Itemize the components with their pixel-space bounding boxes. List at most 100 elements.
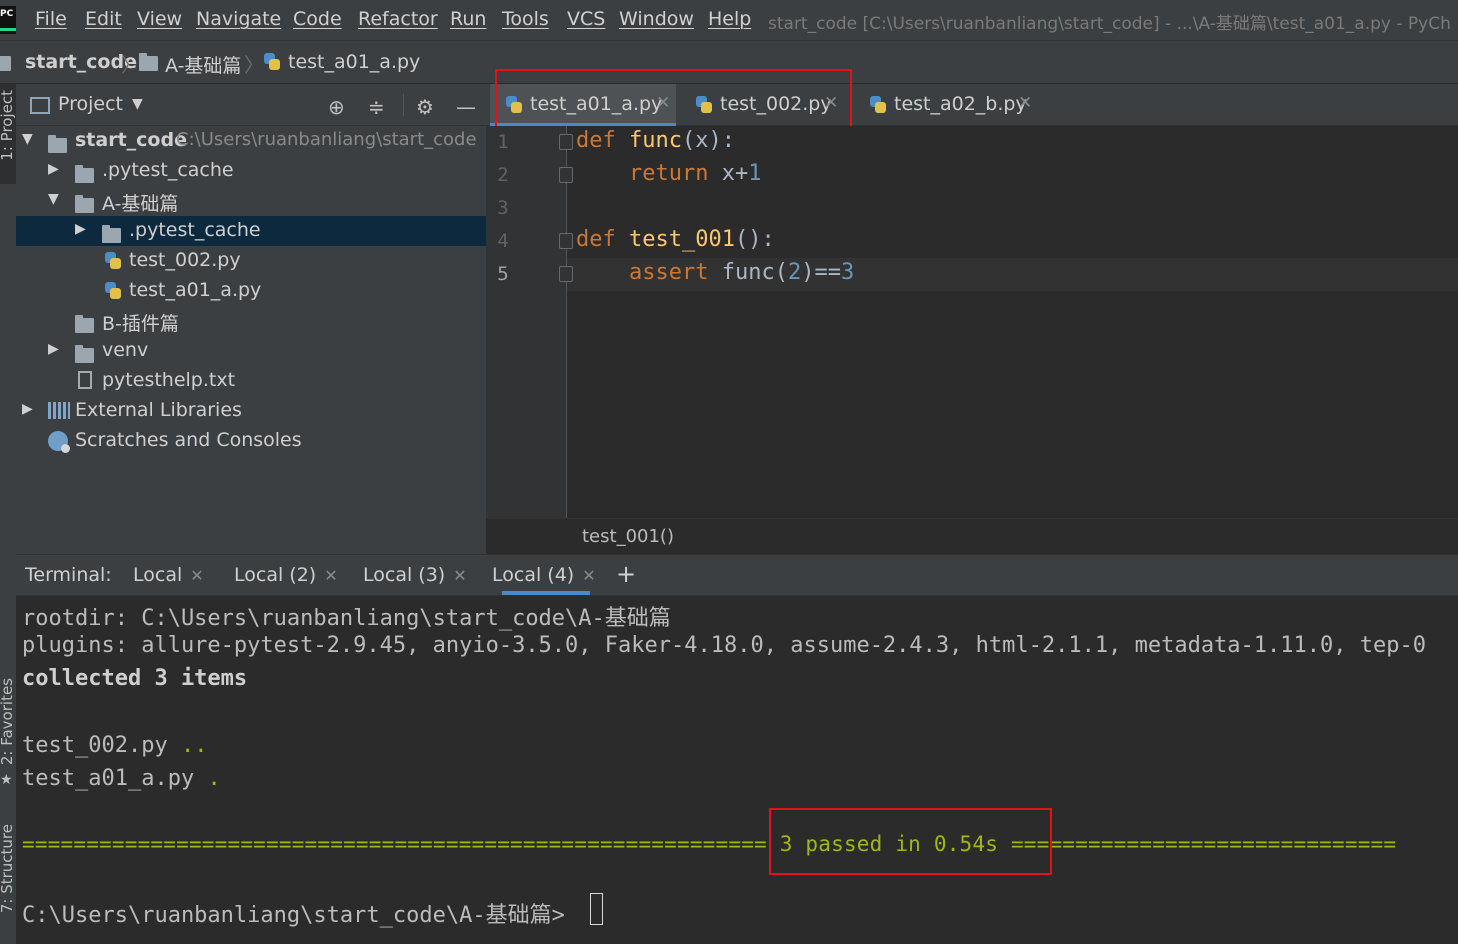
close-icon[interactable]: ✕ xyxy=(190,566,203,585)
library-icon xyxy=(48,402,70,424)
summary-rule-left: ========================================… xyxy=(22,832,767,856)
code-line-5: assert func(2)==3 xyxy=(576,260,854,285)
tree-item-label: start_code xyxy=(75,129,187,151)
line-number: 4 xyxy=(497,230,509,252)
tree-item-start-code[interactable]: ▼ start_code C:\Users\ruanbanliang\start… xyxy=(16,126,486,156)
menu-code[interactable]: Code xyxy=(293,8,342,30)
tree-item-scratches[interactable]: Scratches and Consoles xyxy=(16,426,486,456)
collapse-all-icon[interactable]: ≑ xyxy=(368,95,385,119)
project-panel-title[interactable]: Project xyxy=(58,93,123,115)
menu-help[interactable]: Help xyxy=(708,8,751,30)
logo-text: PC xyxy=(0,9,14,19)
pycharm-logo-icon: PC xyxy=(0,6,16,34)
terminal-tab-local-2[interactable]: Local (2) ✕ xyxy=(234,564,338,586)
terminal-tab-local-3[interactable]: Local (3) ✕ xyxy=(363,564,467,586)
tree-item-label: pytesthelp.txt xyxy=(102,369,236,391)
expand-arrow-icon[interactable]: ▼ xyxy=(22,131,33,147)
menu-navigate[interactable]: Navigate xyxy=(196,8,281,30)
terminal-tab-bar: Terminal: Local ✕ Local (2) ✕ Local (3) ✕ L… xyxy=(16,554,1458,596)
python-file-icon xyxy=(868,95,888,115)
tree-item-pytest-cache[interactable]: ▶ .pytest_cache xyxy=(16,156,486,186)
tree-item-external-libraries[interactable]: ▶ External Libraries xyxy=(16,396,486,426)
terminal-tab-local[interactable]: Local ✕ xyxy=(133,564,204,586)
menu-window[interactable]: Window xyxy=(619,8,694,30)
close-icon[interactable]: ✕ xyxy=(453,566,466,585)
tree-item-pytest-cache-nested[interactable]: ▶ .pytest_cache xyxy=(16,216,486,246)
project-tool-button[interactable]: 1: Project xyxy=(0,84,16,184)
tab-label: Local xyxy=(133,564,183,586)
python-file-icon xyxy=(103,251,123,273)
keyword: def xyxy=(576,227,616,252)
line-number: 1 xyxy=(497,131,509,153)
tree-item-test-a01-a[interactable]: test_a01_a.py xyxy=(16,276,486,306)
tree-item-a-basics[interactable]: ▼ A-基础篇 xyxy=(16,186,486,216)
menu-file[interactable]: File xyxy=(35,8,67,30)
tab-label: Local (2) xyxy=(234,564,317,586)
keyword: return xyxy=(628,161,709,186)
favorites-tool-label[interactable]: 2: Favorites xyxy=(0,678,16,765)
keyword: assert xyxy=(628,260,709,285)
test-file-name: test_a01_a.py xyxy=(22,766,195,791)
project-window-icon xyxy=(30,97,50,114)
tree-item-test-002[interactable]: test_002.py xyxy=(16,246,486,276)
close-icon[interactable]: ✕ xyxy=(1018,93,1032,113)
expand-arrow-icon[interactable]: ▼ xyxy=(48,191,59,207)
tree-item-venv[interactable]: ▶ venv xyxy=(16,336,486,366)
menu-edit[interactable]: Edit xyxy=(85,8,122,30)
tree-item-pytesthelp[interactable]: pytesthelp.txt xyxy=(16,366,486,396)
menu-tools[interactable]: Tools xyxy=(502,8,549,30)
terminal-line-plugins: plugins: allure-pytest-2.9.45, anyio-3.5… xyxy=(22,633,1426,658)
editor-breadcrumb-function[interactable]: test_001() xyxy=(582,526,674,547)
gear-icon[interactable]: ⚙ xyxy=(416,95,434,119)
test-file-name: test_002.py xyxy=(22,733,168,758)
fold-marker-icon[interactable] xyxy=(559,233,573,249)
expand-arrow-icon[interactable]: ▶ xyxy=(48,341,59,357)
tab-label: Local (4) xyxy=(492,564,575,586)
function-name: func xyxy=(629,128,682,153)
fold-marker-icon[interactable] xyxy=(559,167,573,183)
tree-item-label: Scratches and Consoles xyxy=(75,429,302,451)
line-number: 2 xyxy=(497,164,509,186)
code-text: x+ xyxy=(721,161,749,186)
locate-target-icon[interactable]: ⊕ xyxy=(328,95,345,119)
terminal-line-summary: ========================================… xyxy=(22,832,1396,856)
folder-icon xyxy=(75,195,94,217)
code-line-2: return x+1 xyxy=(576,161,761,186)
expand-arrow-icon[interactable]: ▶ xyxy=(75,221,86,237)
minimize-icon[interactable]: — xyxy=(456,95,476,119)
terminal-tab-local-4[interactable]: Local (4) ✕ xyxy=(492,564,596,586)
menu-vcs[interactable]: VCS xyxy=(567,8,605,30)
tree-item-b-plugins[interactable]: B-插件篇 xyxy=(16,306,486,336)
add-terminal-button[interactable]: + xyxy=(616,560,636,588)
line-number: 5 xyxy=(497,263,509,285)
number-literal: 3 xyxy=(840,260,855,285)
expand-arrow-icon[interactable]: ▶ xyxy=(48,161,59,177)
star-icon: ★ xyxy=(0,772,13,788)
structure-tool-label[interactable]: 7: Structure xyxy=(0,824,16,913)
fold-marker-icon[interactable] xyxy=(559,266,573,282)
folder-icon xyxy=(0,55,11,74)
tab-label: test_a02_b.py xyxy=(894,93,1027,115)
close-icon[interactable]: ✕ xyxy=(582,566,595,585)
text-file-icon xyxy=(78,371,92,394)
test-result-dots: .. xyxy=(180,733,208,758)
tree-item-label: venv xyxy=(102,339,149,361)
close-icon[interactable]: ✕ xyxy=(324,566,337,585)
breadcrumb-folder[interactable]: A-基础篇 xyxy=(165,51,241,78)
breadcrumb-file[interactable]: test_a01_a.py xyxy=(288,51,420,73)
number-literal: 2 xyxy=(787,260,802,285)
menu-refactor[interactable]: Refactor xyxy=(358,8,438,30)
terminal-line-test-002: test_002.py .. xyxy=(22,733,207,758)
tree-item-label: .pytest_cache xyxy=(102,159,234,181)
tree-item-label: B-插件篇 xyxy=(102,313,179,335)
terminal-cursor xyxy=(590,893,603,925)
project-tool-label: 1: Project xyxy=(0,90,16,161)
fold-marker-icon[interactable] xyxy=(559,134,573,150)
tree-item-label: .pytest_cache xyxy=(129,219,261,241)
tree-item-label: test_002.py xyxy=(129,249,241,271)
expand-arrow-icon[interactable]: ▶ xyxy=(22,401,33,417)
menu-run[interactable]: Run xyxy=(450,8,486,30)
menu-view[interactable]: View xyxy=(137,8,182,30)
chevron-down-icon[interactable]: ▼ xyxy=(132,96,143,112)
tab-test-a02-b[interactable]: test_a02_b.py ✕ xyxy=(856,84,1036,126)
